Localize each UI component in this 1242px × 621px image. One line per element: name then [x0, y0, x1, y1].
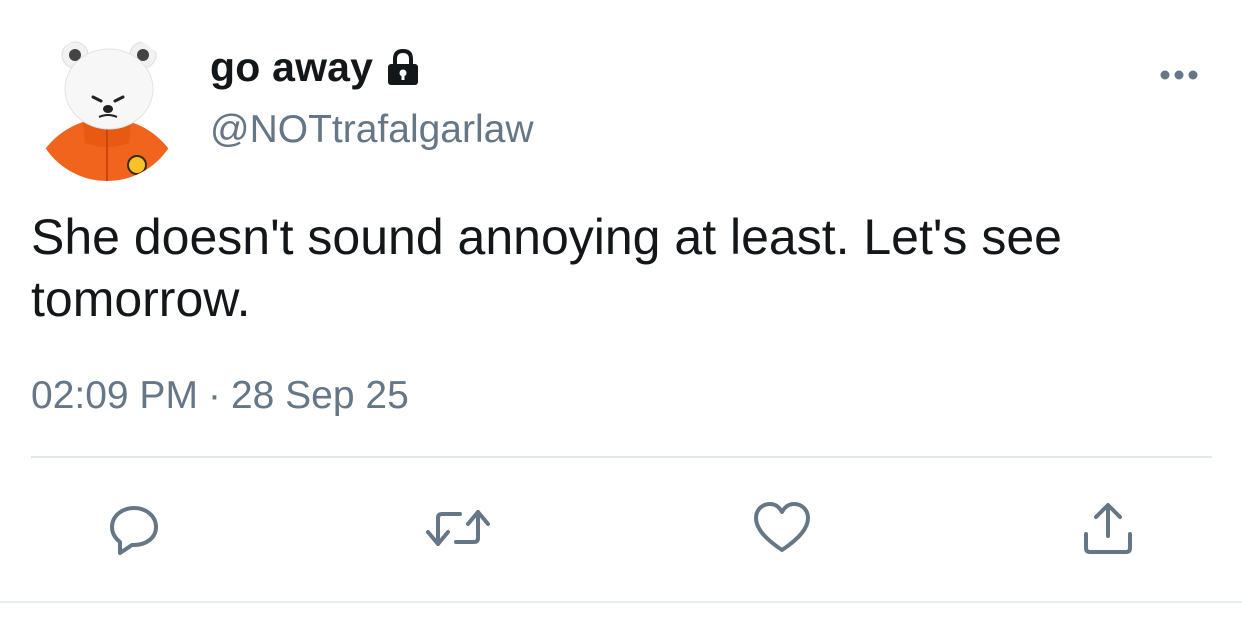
avatar[interactable] — [33, 33, 181, 181]
tweet-time: 02:09 PM — [31, 374, 198, 417]
action-bar — [0, 500, 1242, 560]
heart-icon — [752, 500, 812, 561]
tweet-card: go away @NOTtrafalgarlaw She doesn't sou… — [0, 0, 1242, 621]
tweet-text: She doesn't sound annoying at least. Let… — [31, 209, 1062, 327]
meta-separator: · — [207, 374, 221, 417]
user-handle[interactable]: @NOTtrafalgarlaw — [210, 108, 534, 152]
tweet-timestamp[interactable]: 02:09 PM · 28 Sep 25 — [31, 374, 409, 418]
display-name[interactable]: go away — [210, 44, 373, 91]
reply-button[interactable] — [104, 500, 164, 560]
like-button[interactable] — [752, 500, 812, 560]
divider — [31, 456, 1212, 458]
reply-icon — [106, 500, 162, 561]
more-icon[interactable] — [1158, 60, 1200, 90]
share-icon — [1080, 500, 1136, 561]
name-row: go away — [210, 42, 423, 92]
tweet-date: 28 Sep 25 — [230, 374, 409, 417]
retweet-icon — [426, 500, 490, 561]
share-button[interactable] — [1078, 500, 1138, 560]
bottom-border — [0, 601, 1242, 603]
lock-icon — [383, 47, 423, 87]
retweet-button[interactable] — [426, 500, 490, 561]
